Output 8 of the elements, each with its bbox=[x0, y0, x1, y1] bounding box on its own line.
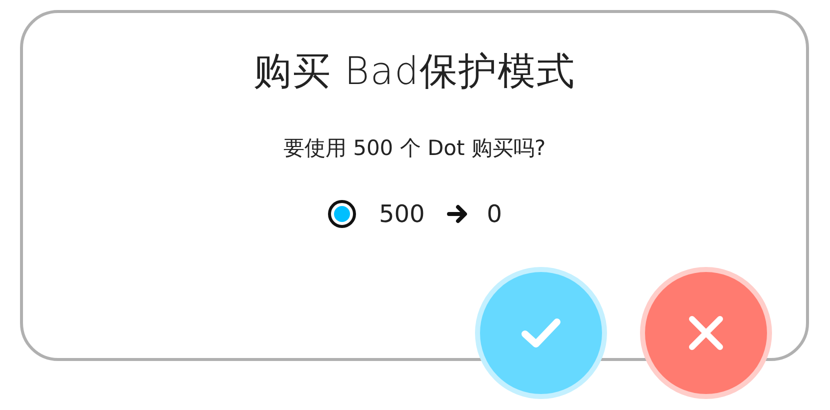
balance-before: 500 bbox=[378, 199, 425, 229]
dialog-title: 购买 Bad保护模式 bbox=[253, 48, 576, 95]
balance-after: 0 bbox=[486, 199, 502, 229]
arrow-icon bbox=[446, 204, 469, 224]
coin-icon bbox=[326, 199, 357, 229]
question-text: 要使用 500 个 Dot 购买吗? bbox=[283, 135, 546, 162]
check-icon bbox=[520, 317, 562, 349]
close-icon bbox=[688, 315, 724, 351]
